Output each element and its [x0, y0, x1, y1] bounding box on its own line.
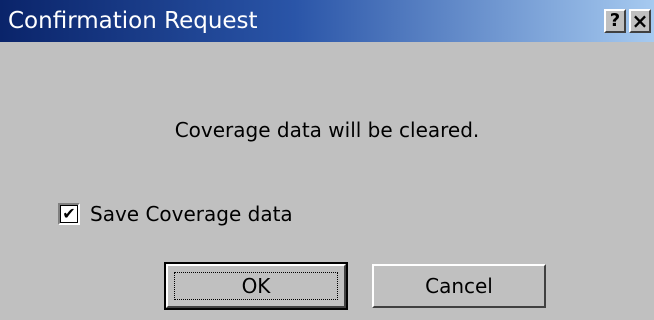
save-coverage-label[interactable]: Save Coverage data: [90, 202, 293, 226]
message-text: Coverage data will be cleared.: [174, 118, 480, 142]
save-coverage-option[interactable]: ✔ Save Coverage data: [58, 201, 293, 227]
cancel-button[interactable]: Cancel: [372, 264, 546, 308]
save-coverage-checkbox[interactable]: ✔: [58, 203, 80, 225]
checkmark-icon: ✔: [62, 204, 76, 223]
help-button[interactable]: ?: [604, 9, 626, 33]
title-bar: Confirmation Request ? ×: [0, 0, 654, 42]
ok-button[interactable]: OK: [164, 262, 348, 310]
cancel-button-label: Cancel: [425, 274, 493, 298]
confirmation-dialog: Confirmation Request ? × Coverage data w…: [0, 0, 654, 320]
close-button[interactable]: ×: [629, 9, 651, 33]
focus-rectangle: [174, 272, 338, 300]
window-title: Confirmation Request: [8, 8, 258, 34]
